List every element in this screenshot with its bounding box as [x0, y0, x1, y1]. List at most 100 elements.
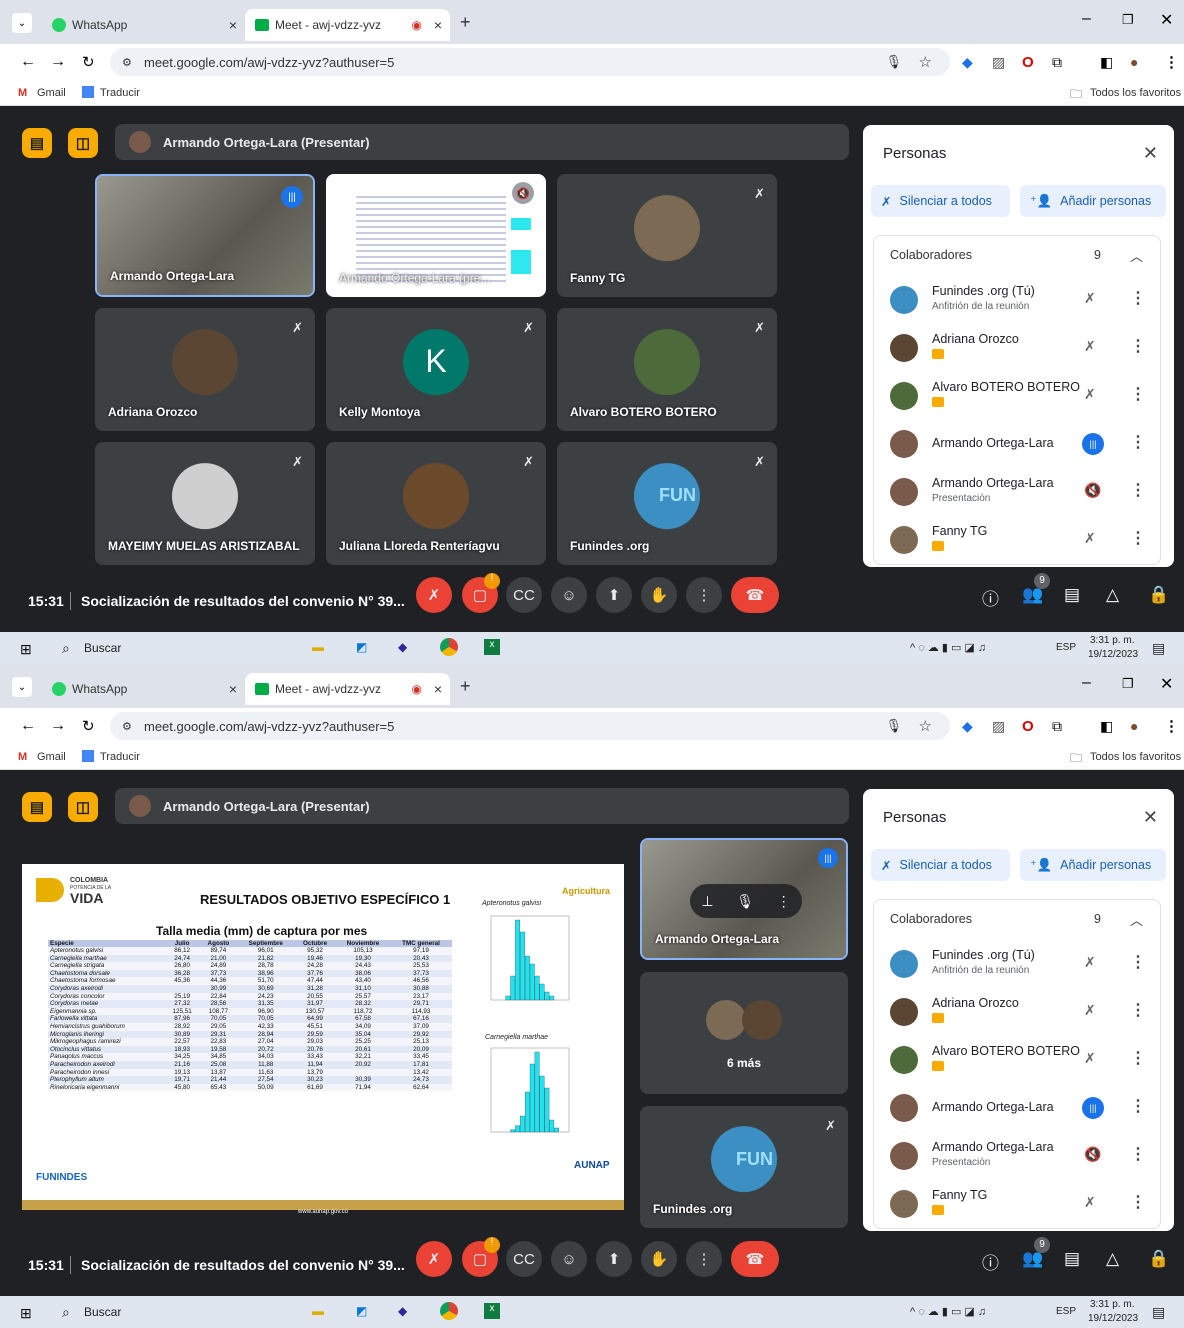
search-icon[interactable]: ⌕: [62, 640, 70, 657]
collaborators-header[interactable]: Colaboradores 9 ︿: [874, 900, 1160, 936]
more-icon[interactable]: ⋮: [1130, 432, 1146, 452]
extension-icon[interactable]: ▨: [992, 718, 1005, 735]
present-button[interactable]: ⬆: [596, 1241, 632, 1277]
site-info-icon[interactable]: ⚙: [122, 56, 132, 69]
mute-all-button[interactable]: ✗ Silenciar a todos: [871, 849, 1010, 881]
tab-close-icon[interactable]: ×: [229, 17, 237, 33]
presenter-bar[interactable]: Armando Ortega-Lara (Presentar): [115, 124, 849, 160]
menu-icon[interactable]: ⋮: [1164, 717, 1179, 735]
clock-date[interactable]: 19/12/2023: [1088, 649, 1138, 660]
sidepanel-icon[interactable]: ◧: [1100, 718, 1113, 735]
mic-off-icon[interactable]: ✗: [1084, 338, 1096, 355]
person-row[interactable]: Alvaro BOTERO BOTERO ✗ ⋮: [874, 1036, 1160, 1084]
person-row[interactable]: Funindes .org (Tú) Anfitrión de la reunió…: [874, 276, 1160, 324]
presentation-slide[interactable]: COLOMBIA POTENCIA DE LA VIDA RESULTADOS …: [22, 864, 624, 1215]
language[interactable]: ESP: [1056, 1306, 1076, 1317]
leave-call-button[interactable]: ☎: [731, 1241, 779, 1277]
app-icon[interactable]: ◆: [398, 1304, 407, 1318]
site-info-icon[interactable]: ⚙: [122, 720, 132, 733]
chat-icon[interactable]: ▤: [1064, 1249, 1080, 1269]
notifications-icon[interactable]: ▤: [1152, 640, 1165, 657]
present-button[interactable]: ⬆: [596, 577, 632, 613]
person-row[interactable]: Armando Ortega-Lara Presentación 🔇 ⋮: [874, 1132, 1160, 1180]
participant-tile[interactable]: ✗ FUN Funindes .org: [557, 442, 777, 565]
tab-close-icon[interactable]: ×: [229, 681, 237, 697]
mic-off-icon[interactable]: ✗: [1084, 1002, 1096, 1019]
clock-time[interactable]: 3:31 p. m.: [1090, 1299, 1134, 1310]
sidepanel-icon[interactable]: ◧: [1100, 54, 1113, 71]
extension-icon[interactable]: ◆: [962, 718, 973, 735]
extension-icon[interactable]: ◆: [962, 54, 973, 71]
participant-tile[interactable]: ✗ Fanny TG: [557, 174, 777, 297]
windows-start-icon[interactable]: ⊞: [20, 641, 32, 658]
activities-icon[interactable]: △: [1106, 1249, 1119, 1269]
participant-tile[interactable]: ||| ⊥ 🎙 ⋮ Armando Ortega-Lara: [640, 838, 848, 960]
emoji-button[interactable]: ☺: [551, 577, 587, 613]
tab-search-icon[interactable]: ⌄: [12, 13, 32, 33]
restore-icon[interactable]: ❐: [1122, 676, 1134, 692]
collaborators-header[interactable]: Colaboradores 9 ︿: [874, 236, 1160, 272]
file-explorer-icon[interactable]: ▬: [312, 640, 324, 654]
forward-icon[interactable]: →: [50, 717, 66, 735]
participant-tile[interactable]: ✗ Juliana Lloreda Renteríagvu: [326, 442, 546, 565]
raise-hand-button[interactable]: ✋: [641, 1241, 677, 1277]
host-controls-icon[interactable]: 🔒: [1148, 1249, 1169, 1269]
slide-tile[interactable]: 🔇 Armando Ortega-Lara (pre...: [326, 174, 546, 297]
participant-tile[interactable]: ✗ K Kelly Montoya: [326, 308, 546, 431]
info-icon[interactable]: ⓘ: [982, 1249, 999, 1274]
more-icon[interactable]: ⋮: [1130, 480, 1146, 500]
star-icon[interactable]: ☆: [919, 717, 932, 735]
tab-whatsapp[interactable]: WhatsApp ×: [40, 9, 245, 41]
more-options-button[interactable]: ⋮: [686, 1241, 722, 1277]
info-icon[interactable]: ⓘ: [982, 585, 999, 610]
person-row[interactable]: Fanny TG ✗ ⋮: [874, 1180, 1160, 1228]
chevron-up-icon[interactable]: ︿: [1130, 246, 1143, 265]
mic-icon[interactable]: 🎙: [885, 718, 902, 734]
extensions-icon[interactable]: ⧉: [1052, 718, 1062, 735]
bookmark-translate[interactable]: Traducir: [100, 751, 140, 763]
person-row[interactable]: Armando Ortega-Lara ||| ⋮: [874, 420, 1160, 468]
emoji-button[interactable]: ☺: [551, 1241, 587, 1277]
more-icon[interactable]: ⋮: [1130, 528, 1146, 548]
all-bookmarks[interactable]: Todos los favoritos: [1090, 751, 1181, 763]
bookmark-translate[interactable]: Traducir: [100, 87, 140, 99]
mic-off-icon[interactable]: ✗: [1084, 386, 1096, 403]
tab-meet[interactable]: Meet - awj-vdzz-yvz ◉ ×: [245, 673, 450, 705]
mic-off-icon[interactable]: ✗: [1084, 954, 1096, 971]
bookmark-gmail[interactable]: Gmail: [37, 751, 66, 763]
person-row[interactable]: Armando Ortega-Lara ||| ⋮: [874, 1084, 1160, 1132]
minimize-icon[interactable]: –: [1082, 674, 1091, 692]
tab-close-icon[interactable]: ×: [434, 17, 442, 33]
person-row[interactable]: Adriana Orozco ✗ ⋮: [874, 988, 1160, 1036]
more-icon[interactable]: ⋮: [1130, 336, 1146, 356]
app-icon[interactable]: ◩: [356, 1304, 367, 1318]
close-panel-icon[interactable]: ✕: [1143, 807, 1158, 828]
participant-tile[interactable]: ✗ MAYEIMY MUELAS ARISTIZABAL: [95, 442, 315, 565]
more-icon[interactable]: ⋮: [1130, 1096, 1146, 1116]
person-row[interactable]: Adriana Orozco ✗ ⋮: [874, 324, 1160, 372]
mic-off-icon[interactable]: ✗: [1084, 290, 1096, 307]
present-icon[interactable]: ▤: [22, 792, 52, 822]
person-row[interactable]: Alvaro BOTERO BOTERO ✗ ⋮: [874, 372, 1160, 420]
more-icon[interactable]: ⋮: [777, 893, 791, 910]
raise-hand-button[interactable]: ✋: [641, 577, 677, 613]
excel-icon[interactable]: x: [484, 1303, 500, 1319]
language[interactable]: ESP: [1056, 642, 1076, 653]
chrome-icon[interactable]: [440, 638, 458, 656]
presenter-bar[interactable]: Armando Ortega-Lara (Presentar): [115, 788, 849, 824]
url-field[interactable]: ⚙ meet.google.com/awj-vdzz-yvz?authuser=…: [110, 712, 950, 740]
mic-icon[interactable]: 🎙: [736, 893, 754, 910]
more-icon[interactable]: ⋮: [1130, 1144, 1146, 1164]
captions-button[interactable]: CC: [506, 577, 542, 613]
participant-tile[interactable]: ✗ FUN Funindes .org: [640, 1106, 848, 1228]
mic-toggle-button[interactable]: ✗: [416, 577, 452, 613]
taskbar-search[interactable]: Buscar: [84, 641, 121, 655]
person-row[interactable]: Funindes .org (Tú) Anfitrión de la reunió…: [874, 940, 1160, 988]
taskbar-search[interactable]: Buscar: [84, 1305, 121, 1319]
close-panel-icon[interactable]: ✕: [1143, 143, 1158, 164]
person-row[interactable]: Armando Ortega-Lara Presentación 🔇 ⋮: [874, 468, 1160, 516]
captions-button[interactable]: CC: [506, 1241, 542, 1277]
back-icon[interactable]: ←: [20, 53, 36, 71]
mic-toggle-button[interactable]: ✗: [416, 1241, 452, 1277]
more-icon[interactable]: ⋮: [1130, 384, 1146, 404]
